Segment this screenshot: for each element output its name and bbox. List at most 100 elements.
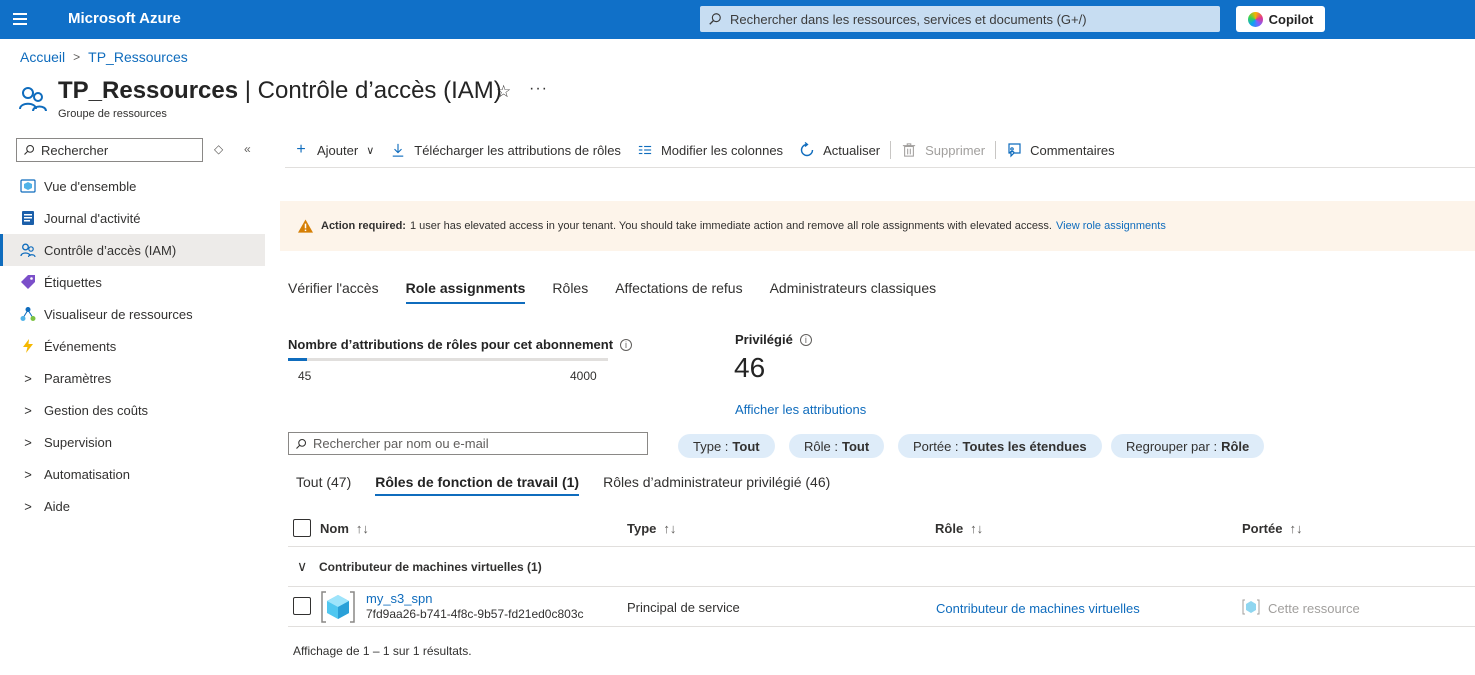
brand-title[interactable]: Microsoft Azure bbox=[68, 10, 181, 27]
sidebar-item-label: Visualiseur de ressources bbox=[44, 306, 193, 322]
sidebar-item-tags[interactable]: Étiquettes bbox=[0, 266, 265, 298]
sidebar-item-label: Journal d'activité bbox=[44, 210, 141, 226]
collapse-sidebar-icon[interactable]: « bbox=[244, 142, 251, 156]
filter-key: Rôle : bbox=[804, 438, 838, 454]
search-by-name-input[interactable]: Rechercher par nom ou e-mail bbox=[288, 432, 648, 455]
sidebar-group-monitoring[interactable]: > Supervision bbox=[0, 426, 265, 458]
more-options-icon[interactable]: ··· bbox=[529, 80, 548, 98]
checkbox[interactable] bbox=[293, 519, 311, 537]
add-button[interactable]: + Ajouter ∨ bbox=[293, 135, 374, 165]
global-search-placeholder: Rechercher dans les ressources, services… bbox=[730, 11, 1087, 27]
column-header-role[interactable]: Rôle ↑↓ bbox=[935, 521, 983, 536]
checkbox[interactable] bbox=[293, 597, 311, 615]
sidebar-group-automation[interactable]: > Automatisation bbox=[0, 458, 265, 490]
sidebar-item-label: Vue d'ensemble bbox=[44, 178, 137, 194]
people-icon bbox=[19, 87, 47, 112]
role-category-tabs: Tout (47) Rôles de fonction de travail (… bbox=[296, 474, 854, 496]
info-icon[interactable]: i bbox=[799, 334, 812, 346]
title-section: Contrôle d’accès (IAM) bbox=[257, 77, 502, 104]
star-icon[interactable]: ☆ bbox=[496, 82, 511, 102]
breadcrumb-resource-group[interactable]: TP_Ressources bbox=[88, 49, 188, 65]
copilot-button[interactable]: Copilot bbox=[1236, 6, 1325, 32]
row-checkbox[interactable] bbox=[293, 597, 311, 615]
privileged-label-text: Privilégié bbox=[735, 332, 793, 347]
tab-role-assignments[interactable]: Role assignments bbox=[405, 280, 526, 304]
chevron-down-icon: ∨ bbox=[366, 144, 375, 157]
sidebar-item-resource-visualizer[interactable]: Visualiseur de ressources bbox=[0, 298, 265, 330]
global-search-input[interactable]: Rechercher dans les ressources, services… bbox=[700, 6, 1220, 32]
principal-name-link[interactable]: my_s3_spn bbox=[366, 591, 432, 606]
title-resource: TP_Ressources bbox=[58, 77, 239, 104]
subtab-all[interactable]: Tout (47) bbox=[296, 474, 351, 496]
sort-icon[interactable]: ↑↓ bbox=[663, 521, 676, 536]
sidebar-item-overview[interactable]: Vue d'ensemble bbox=[0, 170, 265, 202]
delete-button[interactable]: Supprimer bbox=[901, 135, 985, 165]
tab-check-access[interactable]: Vérifier l'accès bbox=[288, 280, 379, 304]
warning-icon bbox=[298, 219, 313, 233]
sidebar-group-help[interactable]: > Aide bbox=[0, 490, 265, 522]
sidebar-item-label: Contrôle d’accès (IAM) bbox=[44, 242, 177, 258]
role-assignment-count-current: 45 bbox=[298, 369, 312, 383]
top-bar: Microsoft Azure Rechercher dans les ress… bbox=[0, 0, 1475, 39]
sidebar-search-input[interactable]: Rechercher bbox=[16, 138, 203, 162]
subtab-job-function-roles[interactable]: Rôles de fonction de travail (1) bbox=[375, 474, 580, 496]
group-by-pill[interactable]: Regrouper par : Rôle bbox=[1111, 434, 1265, 458]
column-header-type[interactable]: Type ↑↓ bbox=[627, 521, 676, 536]
sort-icon[interactable]: ↑↓ bbox=[356, 521, 369, 536]
tab-deny-assignments[interactable]: Affectations de refus bbox=[615, 280, 742, 304]
trash-icon bbox=[901, 142, 917, 158]
activity-log-icon bbox=[20, 210, 36, 226]
page-subtitle: Groupe de ressources bbox=[58, 108, 167, 120]
sidebar-item-activity-log[interactable]: Journal d'activité bbox=[0, 202, 265, 234]
download-role-assignments-button[interactable]: Télécharger les attributions de rôles bbox=[390, 135, 621, 165]
column-header-name[interactable]: Nom ↑↓ bbox=[320, 521, 369, 536]
principal-type: Principal de service bbox=[627, 600, 740, 615]
sidebar-item-events[interactable]: Événements bbox=[0, 330, 265, 362]
filter-value: Tout bbox=[732, 438, 760, 454]
tab-classic-administrators[interactable]: Administrateurs classiques bbox=[770, 280, 937, 304]
filter-type-pill[interactable]: Type : Tout bbox=[678, 434, 775, 458]
info-icon[interactable]: i bbox=[620, 339, 633, 351]
sidebar-nav: Vue d'ensemble Journal d'activité Contrô… bbox=[0, 170, 265, 522]
filter-scope-pill[interactable]: Portée : Toutes les étendues bbox=[898, 434, 1102, 458]
sidebar-group-settings[interactable]: > Paramètres bbox=[0, 362, 265, 394]
service-principal-icon bbox=[321, 591, 355, 623]
filter-value: Tout bbox=[841, 438, 870, 454]
filter-role-pill[interactable]: Rôle : Tout bbox=[789, 434, 885, 458]
view-role-assignments-link[interactable]: View role assignments bbox=[1056, 220, 1166, 232]
chevron-right-icon: > bbox=[24, 434, 32, 450]
banner-message: 1 user has elevated access in your tenan… bbox=[409, 220, 1052, 232]
breadcrumb-home[interactable]: Accueil bbox=[20, 49, 65, 65]
sidebar-group-cost-management[interactable]: > Gestion des coûts bbox=[0, 394, 265, 426]
column-label: Nom bbox=[320, 521, 349, 536]
refresh-button[interactable]: Actualiser bbox=[799, 135, 880, 165]
overview-icon bbox=[20, 178, 36, 194]
role-link[interactable]: Contributeur de machines virtuelles bbox=[936, 601, 1140, 616]
progress-fill bbox=[288, 358, 308, 361]
column-header-scope[interactable]: Portée ↑↓ bbox=[1242, 521, 1302, 536]
subtab-privileged-admin-roles[interactable]: Rôles d’administrateur privilégié (46) bbox=[603, 474, 830, 496]
menu-icon[interactable] bbox=[11, 10, 37, 30]
search-by-name-placeholder: Rechercher par nom ou e-mail bbox=[313, 436, 489, 451]
chevron-right-icon: > bbox=[24, 466, 32, 482]
sort-icon[interactable]: ↑↓ bbox=[970, 521, 983, 536]
show-assignments-link[interactable]: Afficher les attributions bbox=[735, 402, 866, 417]
toolbar-divider bbox=[890, 141, 892, 159]
feedback-button[interactable]: Commentaires bbox=[1006, 135, 1115, 165]
select-all-checkbox[interactable] bbox=[293, 519, 311, 537]
chevron-down-icon[interactable]: ∨ bbox=[297, 558, 313, 575]
table-group-row[interactable]: ∨ Contributeur de machines virtuelles (1… bbox=[288, 547, 1475, 587]
role-assignment-count-max: 4000 bbox=[570, 369, 597, 383]
table-header: Nom ↑↓ Type ↑↓ Rôle ↑↓ Portée ↑↓ bbox=[288, 511, 1475, 547]
tab-roles[interactable]: Rôles bbox=[552, 280, 588, 304]
search-icon bbox=[24, 144, 35, 155]
people-icon bbox=[20, 242, 36, 258]
sort-icon[interactable]: ↑↓ bbox=[1289, 521, 1302, 536]
expand-collapse-icon[interactable]: ◇ bbox=[214, 142, 223, 156]
sidebar-item-label: Événements bbox=[44, 338, 117, 354]
sidebar-item-iam[interactable]: Contrôle d’accès (IAM) bbox=[0, 234, 265, 266]
title-separator: | bbox=[238, 77, 258, 104]
sidebar-item-label: Aide bbox=[44, 498, 71, 514]
edit-columns-button[interactable]: Modifier les colonnes bbox=[637, 135, 783, 165]
table-row: my_s3_spn 7fd9aa26-b741-4f8c-9b57-fd21ed… bbox=[288, 587, 1475, 627]
